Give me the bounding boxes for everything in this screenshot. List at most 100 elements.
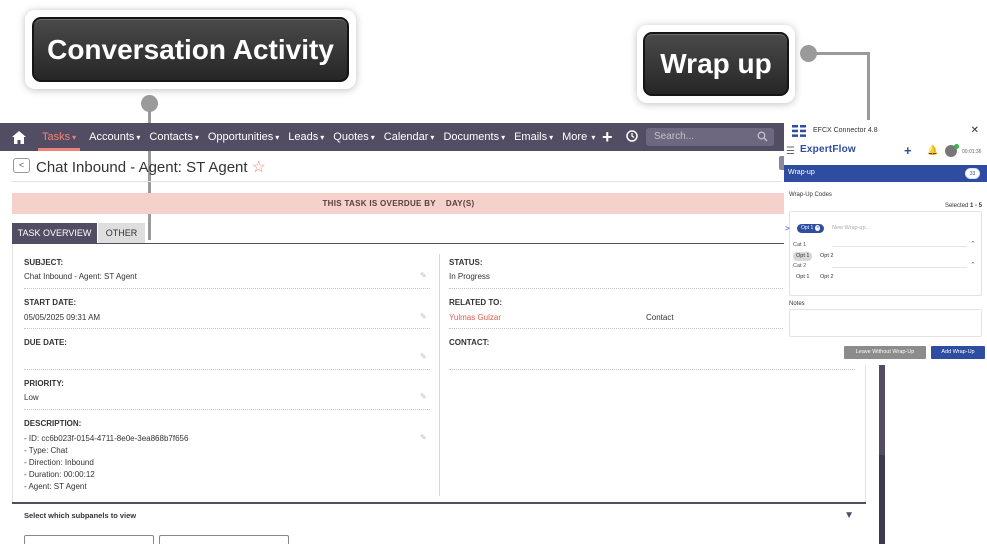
triangle-down-icon[interactable]: ▼	[844, 510, 854, 521]
nav-opportunities[interactable]: Opportunities ▾	[208, 131, 279, 143]
category-title: Cat 2	[793, 263, 807, 269]
wrapup-header: Wrap-up 33	[784, 165, 987, 182]
close-icon[interactable]: ✕	[971, 125, 979, 136]
nav-emails[interactable]: Emails ▾	[514, 131, 553, 143]
search-placeholder: Search...	[654, 131, 695, 142]
contact-label: CONTACT:	[449, 338, 490, 347]
start-date-label: START DATE:	[24, 298, 77, 307]
menu-icon[interactable]: ☰	[786, 146, 795, 157]
nav-contacts[interactable]: Contacts ▾	[149, 131, 198, 143]
page-title-text: Chat Inbound - Agent: ST Agent	[36, 159, 248, 176]
wrapup-timer-badge: 33	[965, 168, 980, 179]
agent-status-indicator	[954, 144, 959, 149]
notes-textarea[interactable]	[789, 309, 982, 337]
wrapup-codes-label: Wrap-Up Codes	[789, 192, 832, 198]
category-divider	[832, 267, 967, 268]
code-option[interactable]: Opt 1	[793, 273, 812, 282]
description-line: - ID: cc6b023f-0154-4711-8e0e-3ea868b7f6…	[24, 434, 189, 443]
scrollbar-thumb[interactable]	[879, 455, 885, 544]
callout-label-box: Conversation Activity	[32, 17, 349, 82]
screen: Conversation Activity Wrap up Tasks ▾ Acc…	[0, 0, 987, 544]
top-navbar: Tasks ▾ Accounts ▾ Contacts ▾ Opportunities…	[0, 123, 880, 151]
subpanel-button[interactable]	[159, 535, 289, 544]
nav-documents[interactable]: Documents ▾	[443, 131, 505, 143]
due-date-label: DUE DATE:	[24, 338, 67, 347]
status-label: STATUS:	[449, 258, 483, 267]
nav-tasks[interactable]: Tasks ▾	[38, 123, 81, 151]
edit-icon[interactable]: ✎	[420, 352, 427, 361]
code-option[interactable]: Opt 2	[817, 273, 836, 282]
state-timer: 00:01:36	[962, 149, 982, 155]
bell-icon[interactable]: 🔔	[927, 145, 938, 156]
category-title: Cat 1	[793, 242, 807, 248]
leave-without-wrapup-button[interactable]: Leave Without Wrap-Up	[844, 346, 926, 359]
subpanel-label: Select which subpanels to view	[24, 511, 137, 520]
divider	[12, 181, 782, 182]
overdue-banner: THIS TASK IS OVERDUE BY DAY(S)	[12, 193, 785, 214]
chevron-up-icon[interactable]: ⌃	[970, 261, 976, 269]
plus-icon[interactable]: +	[904, 143, 912, 158]
search-input[interactable]: Search...	[646, 128, 774, 146]
page-title: Chat Inbound - Agent: ST Agent ☆	[36, 157, 266, 177]
subject-label: SUBJECT:	[24, 258, 64, 267]
subject-value: Chat Inbound - Agent: ST Agent	[24, 272, 137, 281]
connector-titlebar: EFCX Connector 4.8 ✕	[784, 120, 987, 142]
star-icon[interactable]: ☆	[252, 159, 266, 176]
nav-more[interactable]: More ▾	[562, 131, 595, 143]
description-label: DESCRIPTION:	[24, 419, 82, 428]
field-separator	[24, 369, 430, 370]
field-separator	[24, 288, 430, 289]
field-separator	[449, 369, 855, 370]
selected-code-chip[interactable]: Opt 1 ×	[797, 224, 825, 233]
new-wrapup-input[interactable]: New Wrap-up...	[832, 225, 870, 231]
code-option[interactable]: Opt 2	[817, 252, 836, 261]
wrapup-title: Wrap-up	[788, 169, 815, 176]
tab-task-overview[interactable]: TASK OVERVIEW	[12, 223, 97, 243]
selected-count: Selected 1 - 5	[944, 203, 982, 209]
overdue-text: THIS TASK IS OVERDUE BY DAY(S)	[322, 199, 475, 208]
edit-icon[interactable]: ✎	[420, 271, 427, 280]
chevron-right-icon[interactable]: >	[785, 224, 790, 233]
start-date-value: 05/05/2025 09:31 AM	[24, 313, 101, 322]
nav-calendar[interactable]: Calendar ▾	[384, 131, 435, 143]
field-separator	[24, 409, 430, 410]
connector-toolbar: ☰ ExpertFlow + 🔔 00:01:36	[784, 142, 987, 160]
efcx-connector-panel: EFCX Connector 4.8 ✕ ☰ ExpertFlow + 🔔 00…	[784, 120, 987, 365]
edit-icon[interactable]: ✎	[420, 392, 427, 401]
category-divider	[832, 246, 967, 247]
callout-wrapup: Wrap up	[637, 25, 795, 103]
nav-leads[interactable]: Leads ▾	[288, 131, 324, 143]
tab-other[interactable]: OTHER	[98, 223, 145, 243]
back-button[interactable]: <	[13, 158, 30, 173]
plus-icon[interactable]: +	[602, 127, 613, 147]
callout-label-box: Wrap up	[643, 32, 789, 96]
edit-icon[interactable]: ✎	[420, 312, 427, 321]
connector-logo-icon	[792, 125, 806, 137]
notes-label: Notes	[789, 301, 805, 307]
edit-icon[interactable]: ✎	[420, 433, 427, 442]
history-icon[interactable]	[625, 129, 639, 143]
callout-conversation-text: Conversation Activity	[47, 33, 334, 65]
subpanel-selector[interactable]: Select which subpanels to view ▼	[12, 502, 866, 526]
priority-value: Low	[24, 393, 39, 402]
remove-chip-icon[interactable]: ×	[815, 225, 821, 231]
nav-quotes[interactable]: Quotes ▾	[333, 131, 374, 143]
nav-accounts[interactable]: Accounts ▾	[89, 131, 140, 143]
status-value: In Progress	[449, 272, 490, 281]
home-icon[interactable]	[0, 123, 38, 151]
priority-label: PRIORITY:	[24, 379, 64, 388]
description-line: - Duration: 00:00:12	[24, 470, 95, 479]
brand-logo: ExpertFlow	[800, 144, 856, 155]
search-icon[interactable]	[757, 131, 768, 142]
chevron-up-icon[interactable]: ⌃	[970, 240, 976, 248]
pointer-line	[812, 52, 870, 55]
add-wrapup-button[interactable]: Add Wrap-Up	[931, 346, 985, 359]
pointer-line	[867, 52, 870, 122]
callout-wrapup-text: Wrap up	[660, 48, 772, 79]
related-to-link[interactable]: Yulmas Gulzar	[449, 313, 501, 322]
description-line: - Agent: ST Agent	[24, 482, 87, 491]
connector-title: EFCX Connector 4.8	[813, 127, 878, 134]
column-divider	[439, 254, 440, 496]
subpanel-button[interactable]	[24, 535, 154, 544]
code-option[interactable]: Opt 1	[793, 252, 813, 261]
